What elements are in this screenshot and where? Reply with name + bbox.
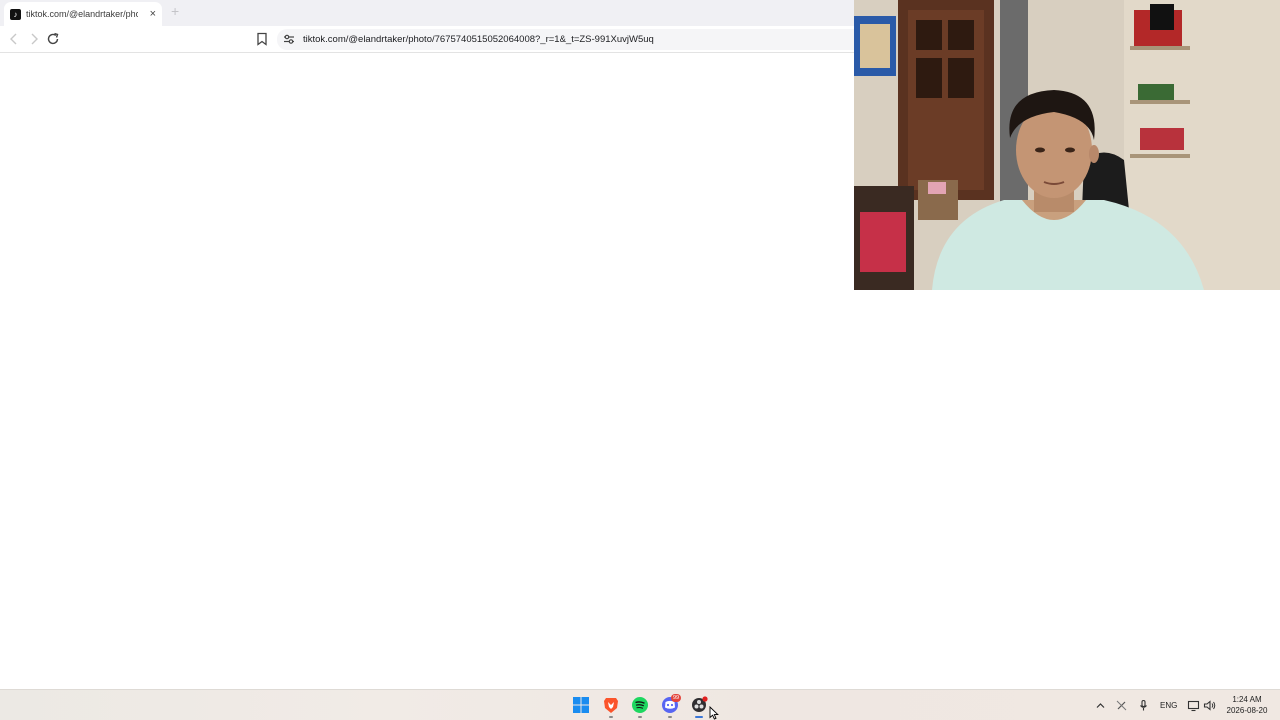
network-icon[interactable] [1187, 699, 1200, 712]
url-text: tiktok.com/@elandrtaker/photo/7675740515… [303, 34, 654, 45]
clock-date: 2026-08-20 [1226, 706, 1268, 715]
obs-icon[interactable] [690, 696, 708, 714]
tiktok-icon: ♪ [10, 8, 21, 20]
discord-running-indicator [668, 716, 672, 718]
brave-icon[interactable] [602, 696, 620, 714]
chevron-up-icon[interactable] [1094, 699, 1107, 712]
bookmark-icon[interactable] [256, 32, 268, 46]
clock-time: 1:24 AM [1232, 695, 1262, 704]
brave-running-indicator [609, 716, 613, 718]
start-icon[interactable] [572, 696, 590, 714]
clock[interactable]: 1:24 AM 2026-08-20 [1224, 694, 1270, 716]
browser-tab[interactable]: ♪ tiktok.com/@elandrtaker/photo × [4, 2, 162, 26]
back-icon[interactable] [7, 32, 21, 46]
tab-title: tiktok.com/@elandrtaker/photo [26, 9, 138, 19]
microphone-icon[interactable] [1137, 699, 1150, 712]
obs-active-indicator [695, 716, 703, 718]
spotify-icon[interactable] [631, 696, 649, 714]
reload-icon[interactable] [46, 32, 60, 46]
close-tab-icon[interactable]: × [150, 8, 156, 20]
forward-icon[interactable] [27, 32, 41, 46]
taskbar: 99 ENG 1:24 AM 2026-08-20 [0, 689, 1280, 720]
address-bar[interactable]: tiktok.com/@elandrtaker/photo/7675740515… [277, 29, 854, 50]
discord-badge: 99 [671, 694, 681, 702]
new-tab-button[interactable]: + [171, 4, 179, 18]
volume-icon[interactable] [1203, 699, 1216, 712]
page-content [0, 53, 854, 689]
language-indicator[interactable]: ENG [1160, 701, 1177, 710]
spotify-running-indicator [638, 716, 642, 718]
webcam-feed [854, 0, 1280, 290]
mouse-cursor-icon [709, 706, 719, 720]
site-info-icon[interactable] [283, 33, 295, 45]
pen-off-icon[interactable] [1115, 699, 1128, 712]
